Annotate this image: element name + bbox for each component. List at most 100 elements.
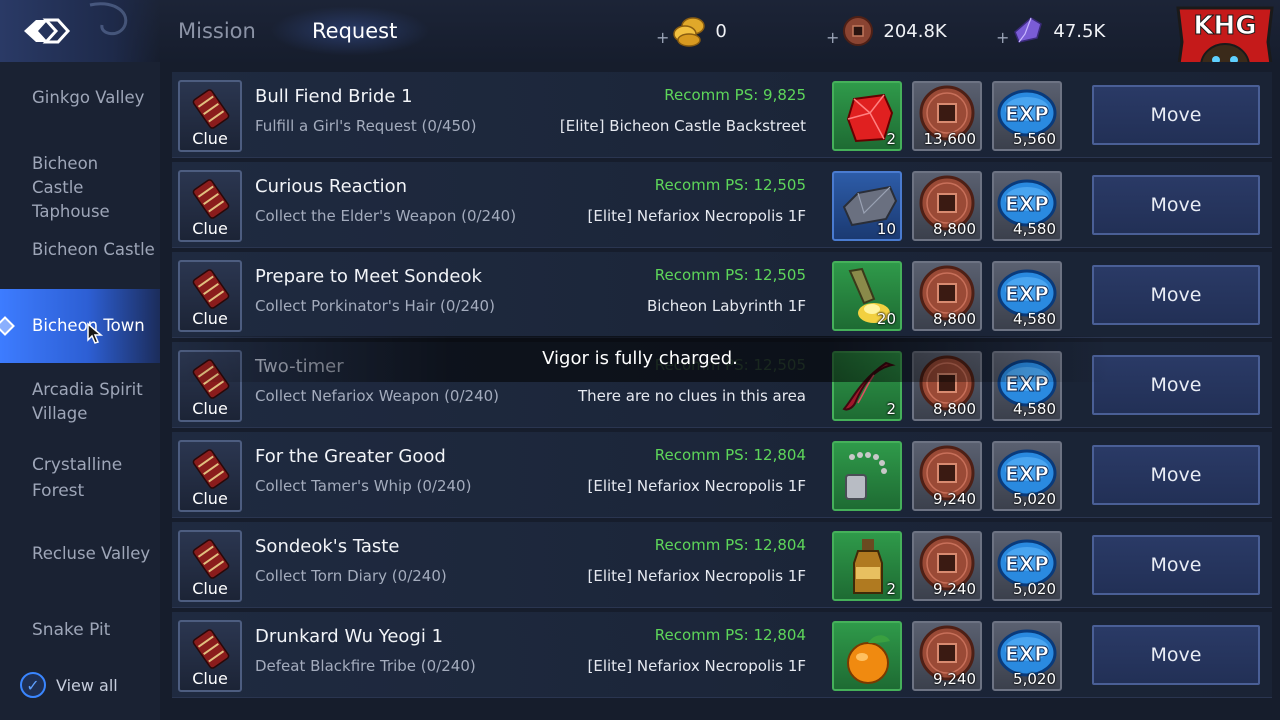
exp-label: EXP xyxy=(1005,642,1049,666)
move-button[interactable]: Move xyxy=(1092,535,1260,595)
quest-title: Bull Fiend Bride 1 xyxy=(255,86,413,107)
reward-coins[interactable]: 8,800 xyxy=(912,261,982,331)
clue-label: Clue xyxy=(192,399,228,418)
quest-row[interactable]: Clue Curious Reaction Collect the Elder's … xyxy=(172,162,1272,248)
quest-location: There are no clues in this area xyxy=(578,387,806,405)
recommended-power-score: Recomm PS: 12,804 xyxy=(654,446,806,464)
clue-label: Clue xyxy=(192,309,228,328)
sidebar-item-bicheon-castle-taphouse[interactable]: Bicheon Castle Taphouse xyxy=(0,152,160,224)
currency-gold[interactable]: + 0 xyxy=(656,12,727,50)
clue-icon[interactable]: Clue xyxy=(178,620,242,692)
reward-item[interactable]: 20 xyxy=(832,261,902,331)
reward-item-count: 10 xyxy=(876,220,896,238)
move-button[interactable]: Move xyxy=(1092,175,1260,235)
move-button[interactable]: Move xyxy=(1092,85,1260,145)
top-bar: Mission Request + 0 + 204.8K + 47.5K KHG xyxy=(0,0,1280,104)
recommended-power-score: Recomm PS: 12,505 xyxy=(654,266,806,284)
sidebar-item-recluse-valley[interactable]: Recluse Valley xyxy=(0,542,160,566)
tab-request[interactable]: Request xyxy=(312,14,397,48)
back-button[interactable] xyxy=(0,0,160,62)
dog-tag-icon xyxy=(845,452,887,500)
currency-copper-value: 204.8K xyxy=(883,20,947,42)
clue-label: Clue xyxy=(192,219,228,238)
clue-icon[interactable]: Clue xyxy=(178,170,242,242)
move-button[interactable]: Move xyxy=(1092,445,1260,505)
scroll-icon xyxy=(192,179,230,219)
reward-coins-amount: 13,600 xyxy=(923,130,977,148)
sidebar-item-bicheon-castle[interactable]: Bicheon Castle xyxy=(0,238,160,262)
quest-location: [Elite] Nefariox Necropolis 1F xyxy=(587,657,806,675)
move-button[interactable]: Move xyxy=(1092,625,1260,685)
sidebar-item-ginkgo-valley[interactable]: Ginkgo Valley xyxy=(0,86,160,110)
reward-exp-amount: 4,580 xyxy=(1013,220,1056,238)
quest-row[interactable]: Clue Sondeok's Taste Collect Torn Diary (0… xyxy=(172,522,1272,608)
quest-title: Curious Reaction xyxy=(255,176,408,197)
add-icon: + xyxy=(656,27,670,47)
reward-item-count: 2 xyxy=(886,400,896,418)
reward-item[interactable] xyxy=(832,441,902,511)
clue-icon[interactable]: Clue xyxy=(178,440,242,512)
quest-row[interactable]: Clue Bull Fiend Bride 1 Fulfill a Girl's R… xyxy=(172,72,1272,158)
move-button[interactable]: Move xyxy=(1092,355,1260,415)
add-icon: + xyxy=(996,27,1010,47)
reward-coins[interactable]: 13,600 xyxy=(912,81,982,151)
reward-item[interactable] xyxy=(832,621,902,691)
quest-objective: Defeat Blackfire Tribe (0/240) xyxy=(255,657,476,675)
scroll-icon xyxy=(192,539,230,579)
reward-exp-amount: 5,560 xyxy=(1013,130,1056,148)
reward-item[interactable]: 2 xyxy=(832,531,902,601)
reward-exp[interactable]: EXP 4,580 xyxy=(992,261,1062,331)
tab-mission[interactable]: Mission xyxy=(178,14,256,48)
exp-label: EXP xyxy=(1005,462,1049,486)
currency-copper[interactable]: + 204.8K xyxy=(826,12,947,50)
reward-item[interactable]: 2 xyxy=(832,81,902,151)
reward-exp[interactable]: EXP 5,020 xyxy=(992,531,1062,601)
purple-crystal-icon xyxy=(1014,17,1043,43)
exp-label: EXP xyxy=(1005,102,1049,126)
sidebar-item-crystalline-forest[interactable]: Crystalline Forest xyxy=(0,452,160,504)
scroll-icon xyxy=(192,269,230,309)
sidebar-item-snake-pit[interactable]: Snake Pit xyxy=(0,618,160,642)
view-all-toggle[interactable]: ✓ View all xyxy=(20,672,118,698)
checkmark-icon[interactable]: ✓ xyxy=(20,672,46,698)
reward-coins-amount: 9,240 xyxy=(933,670,976,688)
quest-objective: Fulfill a Girl's Request (0/450) xyxy=(255,117,477,135)
clue-label: Clue xyxy=(192,129,228,148)
reward-exp[interactable]: EXP 5,020 xyxy=(992,441,1062,511)
recommended-power-score: Recomm PS: 9,825 xyxy=(664,86,806,104)
currency-crystal[interactable]: + 47.5K xyxy=(996,12,1105,50)
quest-row[interactable]: Clue Prepare to Meet Sondeok Collect Porki… xyxy=(172,252,1272,338)
selected-marker-icon xyxy=(0,316,15,336)
exp-label: EXP xyxy=(1005,552,1049,576)
reward-exp[interactable]: EXP 5,020 xyxy=(992,621,1062,691)
clue-icon[interactable]: Clue xyxy=(178,260,242,332)
reward-item[interactable]: 10 xyxy=(832,171,902,241)
reward-exp[interactable]: EXP 5,560 xyxy=(992,81,1062,151)
reward-coins-amount: 9,240 xyxy=(933,580,976,598)
sidebar-item-arcadia-spirit-village[interactable]: Arcadia Spirit Village xyxy=(0,378,160,426)
reward-item-count: 20 xyxy=(876,310,896,328)
quest-row[interactable]: Clue For the Greater Good Collect Tamer's … xyxy=(172,432,1272,518)
move-button[interactable]: Move xyxy=(1092,265,1260,325)
reward-coins-amount: 9,240 xyxy=(933,490,976,508)
reward-coins[interactable]: 9,240 xyxy=(912,531,982,601)
reward-exp[interactable]: EXP 4,580 xyxy=(992,171,1062,241)
clue-icon[interactable]: Clue xyxy=(178,530,242,602)
quest-title: Sondeok's Taste xyxy=(255,536,400,557)
clue-icon[interactable]: Clue xyxy=(178,80,242,152)
reward-item-count: 2 xyxy=(886,580,896,598)
mouse-cursor-icon xyxy=(87,322,104,344)
recommended-power-score: Recomm PS: 12,804 xyxy=(654,536,806,554)
sidebar-item-bicheon-town[interactable]: Bicheon Town xyxy=(0,289,160,363)
exp-label: EXP xyxy=(1005,282,1049,306)
add-icon: + xyxy=(826,27,840,47)
view-all-label: View all xyxy=(56,675,118,695)
quest-location: [Elite] Bicheon Castle Backstreet xyxy=(559,117,806,135)
quest-list[interactable]: Clue Bull Fiend Bride 1 Fulfill a Girl's R… xyxy=(160,62,1280,720)
quest-row[interactable]: Clue Drunkard Wu Yeogi 1 Defeat Blackfire … xyxy=(172,612,1272,698)
back-arrow-icon xyxy=(24,18,71,44)
reward-coins[interactable]: 8,800 xyxy=(912,171,982,241)
reward-coins[interactable]: 9,240 xyxy=(912,621,982,691)
quest-title: Prepare to Meet Sondeok xyxy=(255,266,482,287)
reward-coins[interactable]: 9,240 xyxy=(912,441,982,511)
